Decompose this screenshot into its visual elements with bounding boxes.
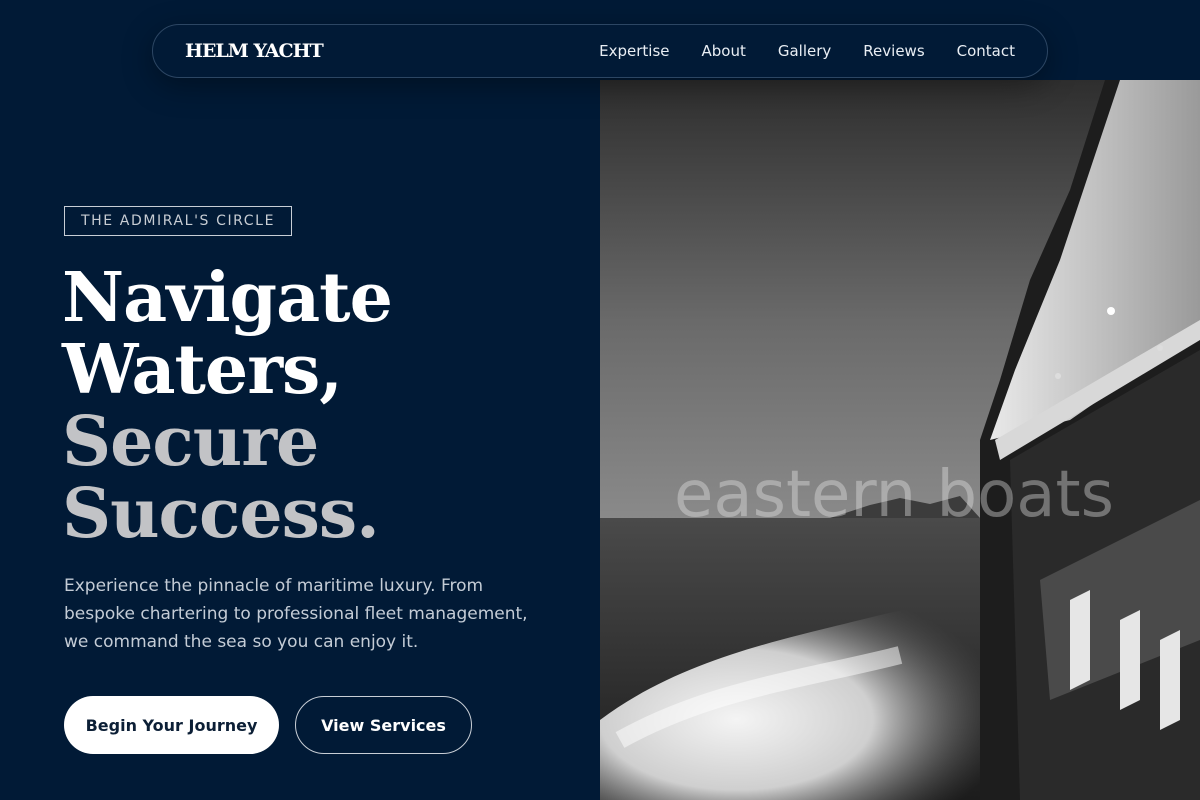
nav-link-expertise[interactable]: Expertise [599, 42, 669, 60]
hero-headline: Navigate Waters, Secure Success. [62, 258, 393, 554]
headline-line-4: Success. [62, 474, 380, 554]
nav-link-gallery[interactable]: Gallery [778, 42, 831, 60]
yacht-photo [600, 80, 1200, 800]
headline-line-1: Navigate [62, 258, 393, 338]
view-services-button[interactable]: View Services [295, 696, 472, 754]
image-watermark: eastern boats [674, 458, 1114, 532]
brand-logo[interactable]: HELM YACHT [185, 40, 324, 62]
hero-description: Experience the pinnacle of maritime luxu… [64, 576, 528, 652]
top-navbar: HELM YACHT Expertise About Gallery Revie… [152, 24, 1048, 78]
nav-link-about[interactable]: About [702, 42, 746, 60]
hero-badge: THE ADMIRAL'S CIRCLE [64, 206, 293, 236]
begin-journey-button[interactable]: Begin Your Journey [64, 696, 279, 754]
hero-yacht-image: eastern boats [600, 80, 1200, 800]
nav-link-reviews[interactable]: Reviews [863, 42, 924, 60]
headline-line-3: Secure [62, 402, 319, 482]
headline-line-2: Waters, [62, 330, 343, 410]
nav-link-contact[interactable]: Contact [957, 42, 1015, 60]
nav-links: Expertise About Gallery Reviews Contact [599, 42, 1015, 60]
